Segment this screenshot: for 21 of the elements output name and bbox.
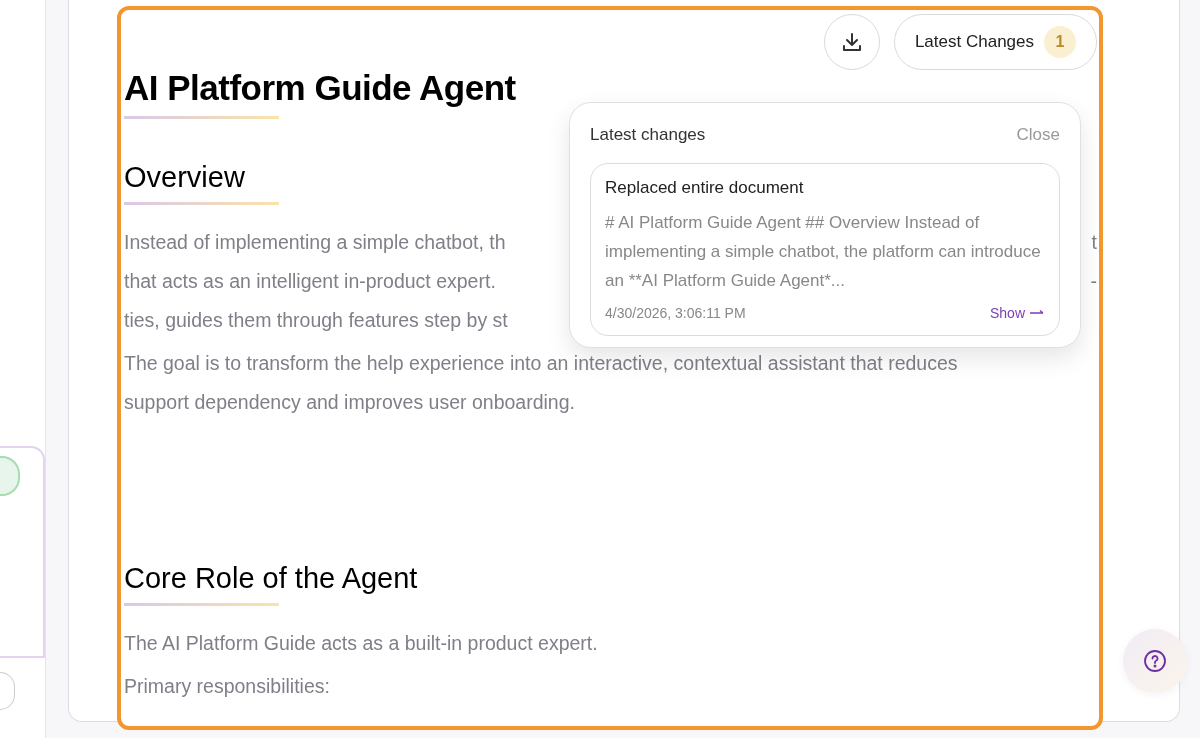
show-link[interactable]: Show [989,305,1045,321]
help-icon [1143,649,1167,673]
paragraph-text: The AI Platform Guide acts as a built-in product expert. [124,632,598,655]
section-heading: Overview [124,161,245,194]
popover-title: Latest changes [590,125,706,145]
section-heading: Core Role of the Agent [124,562,418,595]
paragraph-text: t [1091,231,1097,254]
paragraph-text: Instead of implementing a simple chatbot, th [124,231,506,254]
paragraph-text: - [1090,270,1097,293]
paragraph-text: support dependency and improves user onboarding. [124,391,575,414]
arrow-icon [1029,309,1045,317]
paragraph-text: The goal is to transform the help experience into an interactive, contextual assistant that reduces [124,352,958,375]
paragraph-text: ties, guides them through features step by st [124,309,508,332]
paragraph-text: Primary responsibilities: [124,675,330,698]
entry-title: Replaced entire document [605,178,805,198]
count-badge: 1 [1044,26,1076,58]
entry-preview: # AI Platform Guide Agent ## Overview Instead of implementing a simple chatbot, the platform can introduce an **AI Platform Guide Agent*... [605,212,1042,292]
latest-changes-button[interactable]: Latest Changes 1 [893,14,1097,70]
paragraph-text: that acts as an intelligent in-product expert. [124,270,496,293]
entry-timestamp: 4/30/2026, 3:06:11 PM [605,305,746,321]
document-title: AI Platform Guide Agent [124,68,516,108]
